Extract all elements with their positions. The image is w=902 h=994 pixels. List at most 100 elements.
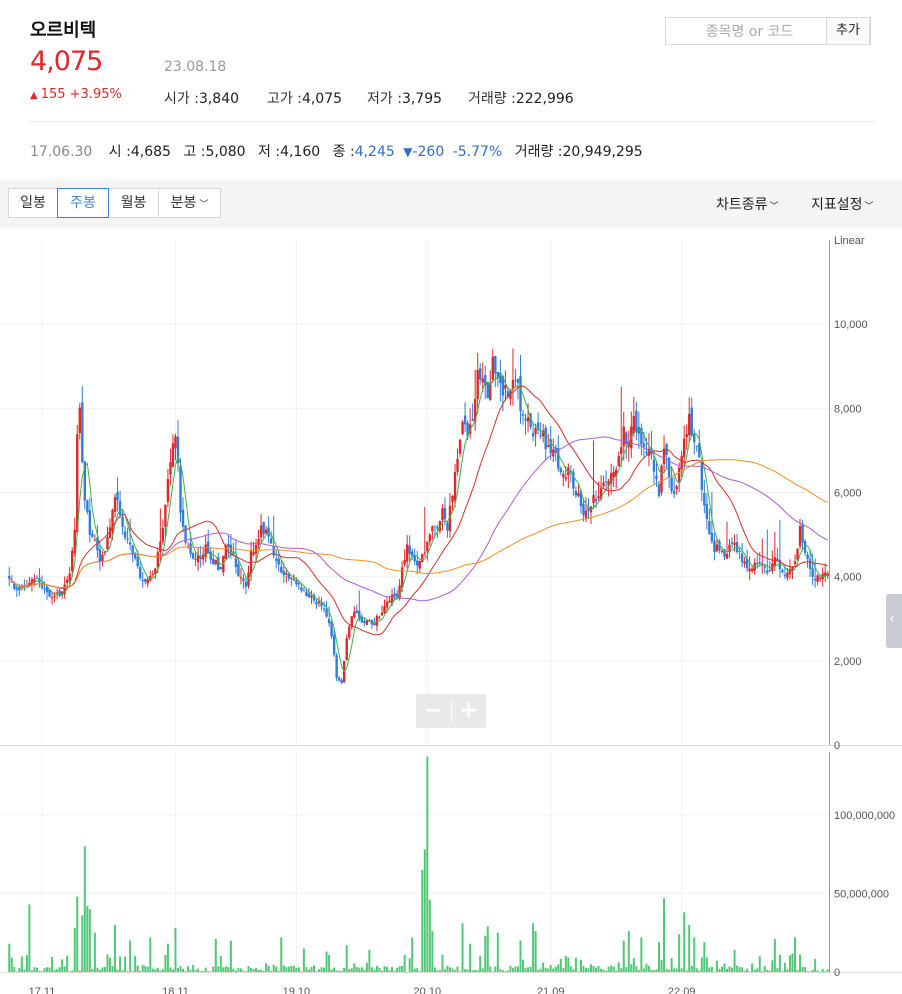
- tab-minute-label: 분봉: [170, 195, 197, 211]
- open-price: 시가 :3,840: [164, 88, 239, 108]
- candle-body: [174, 436, 177, 449]
- volume-bar: [489, 966, 492, 972]
- volume-bar: [705, 957, 708, 972]
- candle-body: [146, 579, 149, 584]
- hover-low-label: 저 :: [258, 144, 281, 160]
- volume-bar: [202, 970, 205, 972]
- candle-body: [818, 577, 822, 579]
- volume-bar: [295, 967, 298, 972]
- volume-bar: [353, 963, 356, 972]
- volume-bar: [786, 969, 789, 972]
- candle-body: [116, 491, 119, 501]
- zoom-in-button[interactable]: +: [451, 694, 486, 728]
- candle-body: [380, 612, 384, 616]
- volume-bar: [116, 969, 119, 972]
- candle-body: [604, 481, 608, 483]
- volume-bar: [121, 970, 124, 972]
- hover-quote-row: 17.06.30 시 :4,685 고 :5,080 저 :4,160 종 :4…: [30, 141, 643, 161]
- volume-bar: [103, 967, 106, 972]
- candle-body: [166, 479, 170, 503]
- chart-type-dropdown[interactable]: 차트종류 ﹀: [716, 194, 779, 214]
- add-button[interactable]: 추가: [826, 17, 870, 45]
- search-input[interactable]: [666, 18, 833, 46]
- candle-body: [275, 559, 278, 561]
- volume-bar: [630, 964, 633, 972]
- volume-bar: [539, 968, 542, 972]
- volume-bar: [650, 969, 653, 972]
- candle-body: [476, 369, 479, 400]
- candle-body: [315, 602, 318, 605]
- volume-bar: [146, 966, 149, 972]
- indicator-settings-dropdown[interactable]: 지표설정 ﹀: [811, 194, 874, 214]
- tab-minute[interactable]: 분봉 ﹀: [158, 188, 221, 218]
- side-panel-toggle[interactable]: ‹: [886, 594, 902, 648]
- volume-bar: [363, 970, 366, 972]
- candle-body: [348, 626, 351, 638]
- hover-close-label: 종 :: [332, 144, 355, 160]
- volume-bar: [111, 966, 114, 972]
- volume-bar: [360, 967, 363, 972]
- price-tick-label: 8,000: [834, 403, 862, 415]
- volume-bar: [582, 965, 585, 972]
- volume-bar: [370, 967, 373, 972]
- volume-bar: [496, 932, 499, 972]
- candle-body: [408, 545, 411, 554]
- volume-bar: [66, 955, 69, 972]
- volume-bar: [182, 968, 185, 972]
- candle-body: [411, 551, 414, 556]
- candle-body: [705, 503, 709, 520]
- candle-body: [602, 482, 605, 487]
- volume-bar: [693, 937, 696, 972]
- stock-name: 오르비텍: [30, 20, 97, 41]
- candle-body: [584, 510, 588, 518]
- candle-body: [690, 407, 693, 437]
- volume-bar: [207, 971, 210, 972]
- candle-body: [121, 516, 124, 528]
- volume-bar: [373, 969, 376, 972]
- volume-bar: [605, 970, 608, 972]
- candle-body: [680, 455, 683, 470]
- candle-body: [207, 541, 210, 553]
- candle-body: [443, 507, 447, 520]
- candle-body: [28, 582, 31, 585]
- tab-weekly[interactable]: 주봉: [57, 188, 109, 218]
- candle-body: [453, 472, 457, 501]
- stock-chart[interactable]: Linear 0 2,000 4,000 6,000 8,000 10,000 0 50,000…: [0, 230, 902, 994]
- candle-body: [514, 379, 517, 381]
- tab-daily[interactable]: 일봉: [8, 188, 58, 218]
- candle-body: [516, 379, 520, 383]
- candle-body: [685, 433, 688, 438]
- high-value: 4,075: [301, 91, 343, 107]
- volume-bar: [708, 967, 711, 972]
- candle-body: [267, 527, 270, 537]
- tab-monthly[interactable]: 월봉: [108, 188, 159, 218]
- volume-bar: [660, 960, 663, 972]
- candle-body: [682, 438, 686, 458]
- candle-body: [310, 595, 313, 598]
- volume-bar: [627, 931, 630, 972]
- candle-body: [642, 443, 646, 447]
- volume-bar: [38, 971, 41, 972]
- volume-bar: [506, 970, 509, 972]
- volume-bar: [401, 965, 404, 972]
- candle-body: [395, 593, 399, 597]
- zoom-out-button[interactable]: −: [416, 694, 451, 728]
- volume-bar: [305, 967, 308, 972]
- candle-body: [544, 427, 547, 450]
- hover-change: -260: [412, 144, 445, 160]
- candle-body: [244, 581, 248, 587]
- candle-body: [378, 617, 381, 619]
- low-label: 저가 :: [367, 91, 402, 107]
- candle-body: [123, 531, 127, 538]
- volume-bar: [136, 965, 139, 972]
- volume-bar: [267, 965, 270, 972]
- volume-bar: [88, 909, 91, 972]
- candle-body: [451, 496, 454, 502]
- candle-body: [277, 558, 280, 565]
- candle-body: [708, 521, 711, 535]
- volume-bar: [700, 957, 703, 972]
- volume-bar: [499, 969, 502, 972]
- candle-body: [86, 500, 89, 512]
- volume-tick-label: 50,000,000: [834, 888, 889, 900]
- candle-body: [781, 569, 784, 573]
